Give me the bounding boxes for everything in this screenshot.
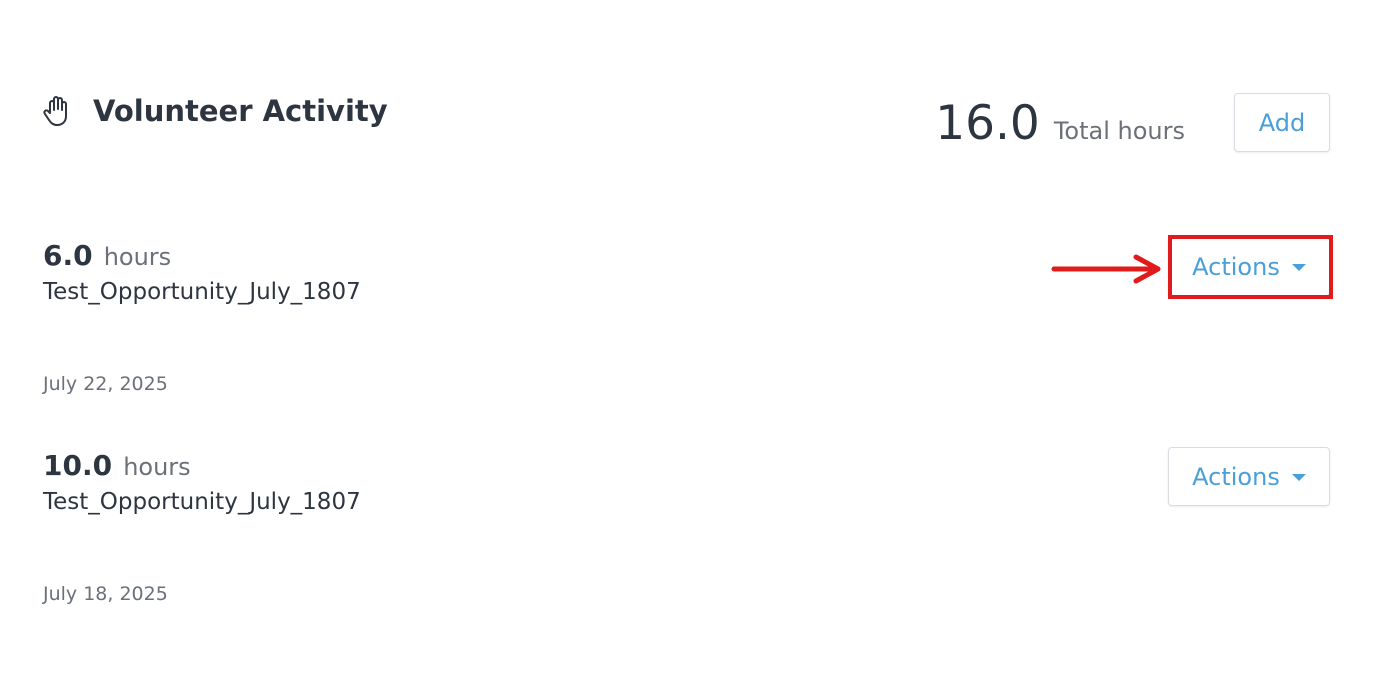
entry-date: July 22, 2025 xyxy=(43,373,168,395)
add-button[interactable]: Add xyxy=(1234,93,1330,152)
caret-down-icon xyxy=(1291,474,1306,481)
actions-label: Actions xyxy=(1192,462,1280,491)
entry-hours: 10.0 hours xyxy=(43,450,191,486)
entry-hours-unit: hours xyxy=(123,453,191,481)
total-hours-label: Total hours xyxy=(1053,117,1185,145)
entry-date: July 18, 2025 xyxy=(43,583,168,605)
actions-label: Actions xyxy=(1192,252,1280,281)
entry-hours-value: 6.0 xyxy=(43,239,93,272)
entry-hours-unit: hours xyxy=(103,243,172,271)
entry-hours: 6.0 hours xyxy=(43,240,171,276)
entry-opportunity-name: Test_Opportunity_July_1807 xyxy=(43,489,361,515)
page-title: Volunteer Activity xyxy=(93,94,388,128)
actions-dropdown-button[interactable]: Actions xyxy=(1168,237,1330,296)
total-hours-value: 16.0 xyxy=(935,96,1040,151)
entry-hours-value: 10.0 xyxy=(43,449,113,482)
annotation-arrow-icon xyxy=(1051,254,1161,284)
hand-icon xyxy=(43,96,67,126)
entry-opportunity-name: Test_Opportunity_July_1807 xyxy=(43,279,361,305)
caret-down-icon xyxy=(1291,264,1306,271)
actions-dropdown-button[interactable]: Actions xyxy=(1168,447,1330,506)
total-hours: 16.0 Total hours xyxy=(935,94,1185,154)
